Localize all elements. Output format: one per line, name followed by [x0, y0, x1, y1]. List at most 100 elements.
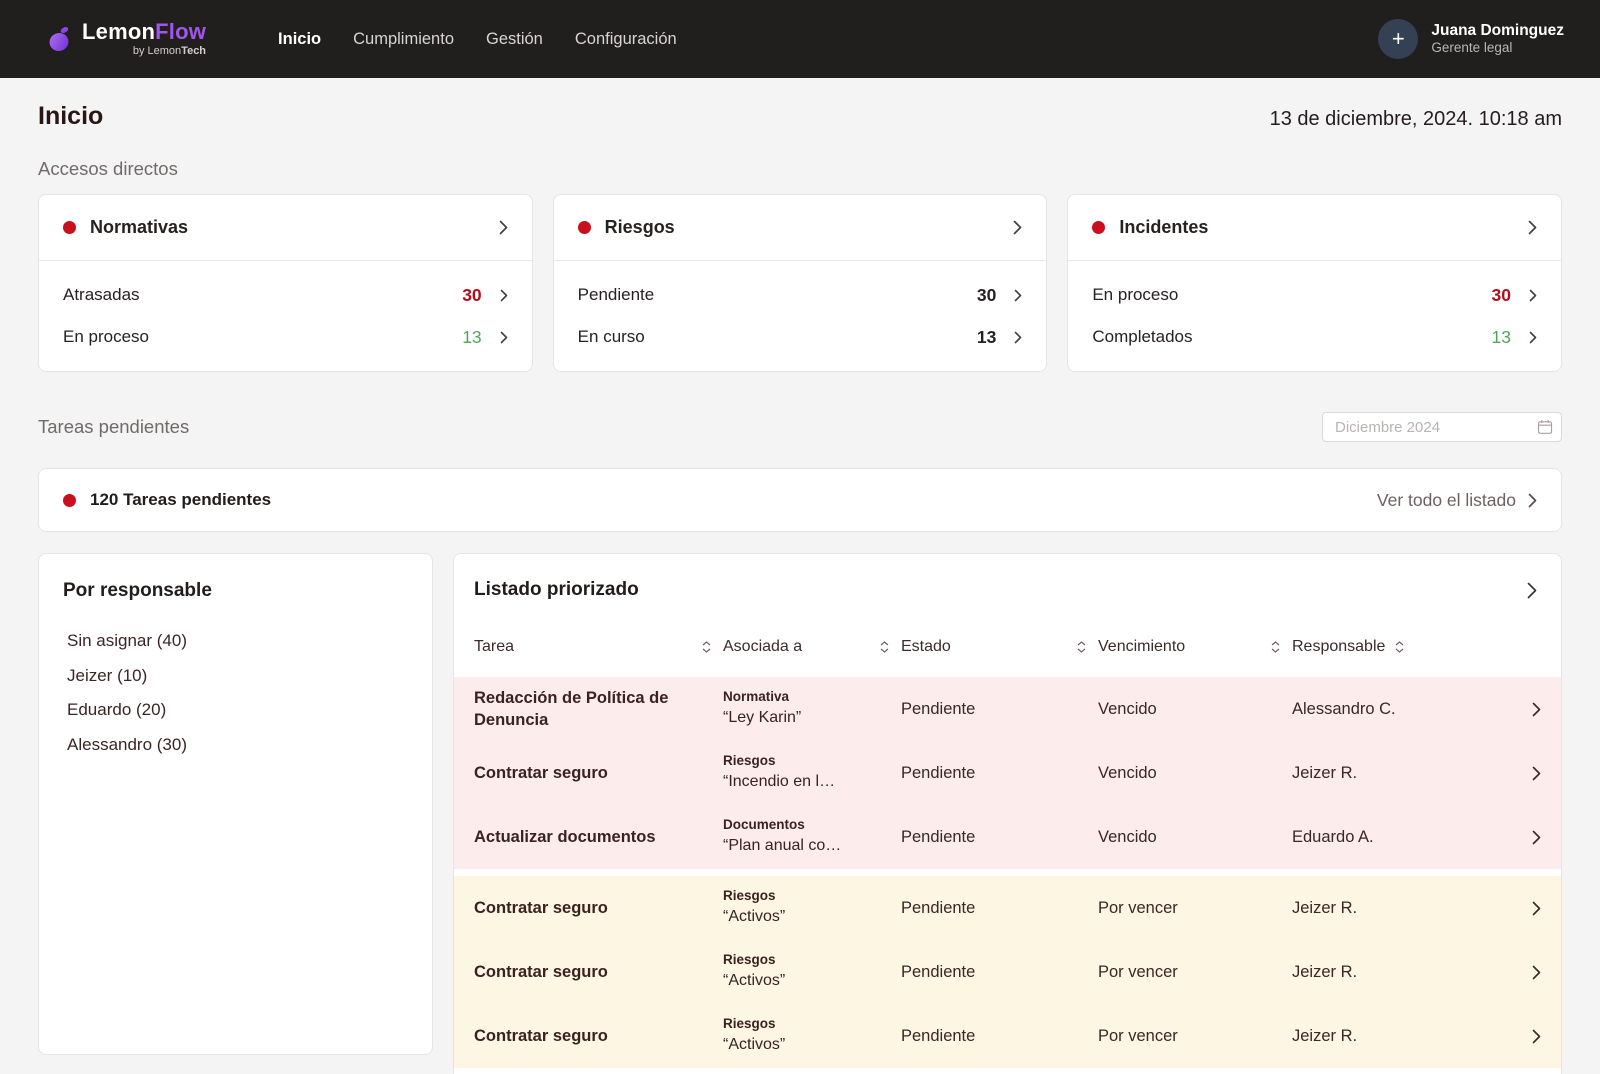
column-header-tarea[interactable]: Tarea	[474, 638, 723, 656]
table-row[interactable]: Contratar seguro Riesgos “Activos” Pendi…	[454, 876, 1561, 940]
column-header-estado[interactable]: Estado	[901, 638, 1098, 656]
chevron-right-icon	[1532, 766, 1541, 781]
lemonflow-logo[interactable]: LemonFlow by LemonTech	[46, 21, 206, 57]
sort-icon[interactable]	[702, 641, 711, 653]
due-value: Por vencer	[1098, 899, 1292, 918]
nav-item-gestion[interactable]: Gestión	[486, 30, 543, 49]
stat-label: En curso	[578, 327, 645, 347]
stat-row-completados[interactable]: Completados 13	[1092, 316, 1537, 358]
responsible-item-alessandro[interactable]: Alessandro (30)	[63, 728, 408, 763]
pending-tasks-count: 120 Tareas pendientes	[90, 490, 271, 510]
user-menu[interactable]: + Juana Dominguez Gerente legal	[1378, 19, 1564, 59]
task-name: Contratar seguro	[474, 897, 723, 919]
task-name: Contratar seguro	[474, 762, 723, 784]
column-label: Responsable	[1292, 638, 1385, 656]
chevron-right-icon	[1529, 289, 1537, 302]
stat-row-atrasadas[interactable]: Atrasadas 30	[63, 274, 508, 316]
nav-item-inicio[interactable]: Inicio	[278, 30, 321, 49]
associated-type: Riesgos	[723, 951, 901, 970]
sort-icon[interactable]	[1395, 641, 1404, 653]
table-row[interactable]: Contratar seguro Riesgos “Activos” Pendi…	[454, 1004, 1561, 1068]
chevron-right-icon	[1013, 220, 1022, 235]
current-datetime: 13 de diciembre, 2024. 10:18 am	[1270, 108, 1562, 131]
responsible-value: Jeizer R.	[1292, 764, 1517, 783]
column-header-vencimiento[interactable]: Vencimiento	[1098, 638, 1292, 656]
chevron-right-icon	[1014, 331, 1022, 344]
avatar-add-icon[interactable]: +	[1378, 19, 1418, 59]
shortcuts-section-title: Accesos directos	[38, 158, 1562, 180]
top-navigation: LemonFlow by LemonTech Inicio Cumplimien…	[0, 0, 1600, 78]
nav-item-configuracion[interactable]: Configuración	[575, 30, 677, 49]
column-label: Vencimiento	[1098, 638, 1185, 656]
stat-row-pendiente[interactable]: Pendiente 30	[578, 274, 1023, 316]
responsible-value: Eduardo A.	[1292, 828, 1517, 847]
lemon-icon	[46, 24, 74, 54]
nav-item-cumplimiento[interactable]: Cumplimiento	[353, 30, 454, 49]
card-title: Riesgos	[605, 217, 675, 238]
stat-value: 30	[462, 285, 481, 306]
table-row[interactable]: Redacción de Política de Denuncia Normat…	[454, 677, 1561, 741]
task-name: Redacción de Política de Denuncia	[474, 687, 723, 732]
card-normativas-header[interactable]: Normativas	[39, 195, 532, 261]
calendar-icon[interactable]	[1537, 419, 1553, 435]
stat-label: En proceso	[63, 327, 149, 347]
associated-name: “Activos”	[723, 906, 901, 928]
priority-list-panel: Listado priorizado Tarea Asociada a Esta…	[453, 553, 1562, 1074]
user-role: Gerente legal	[1431, 40, 1564, 57]
card-riesgos: Riesgos Pendiente 30 En curso 13	[553, 194, 1048, 372]
view-all-label: Ver todo el listado	[1377, 490, 1516, 511]
dashboard-content: Inicio 13 de diciembre, 2024. 10:18 am A…	[0, 102, 1600, 1074]
column-header-responsable[interactable]: Responsable	[1292, 638, 1517, 656]
task-name: Contratar seguro	[474, 961, 723, 983]
responsible-item-eduardo[interactable]: Eduardo (20)	[63, 693, 408, 728]
priority-list-header[interactable]: Listado priorizado	[454, 554, 1561, 601]
column-header-asociada[interactable]: Asociada a	[723, 638, 901, 656]
card-riesgos-header[interactable]: Riesgos	[554, 195, 1047, 261]
chevron-right-icon	[1528, 220, 1537, 235]
stat-label: Atrasadas	[63, 285, 140, 305]
table-row[interactable]: Contratar seguro Riesgos “Activos” Pendi…	[454, 940, 1561, 1004]
sort-icon[interactable]	[1077, 641, 1086, 653]
chevron-right-icon	[1014, 289, 1022, 302]
chevron-right-icon	[1532, 965, 1541, 980]
by-responsible-list: Sin asignar (40) Jeizer (10) Eduardo (20…	[63, 624, 408, 762]
view-all-link[interactable]: Ver todo el listado	[1377, 490, 1537, 511]
status-value: Pendiente	[901, 1027, 1098, 1046]
alert-dot-icon	[63, 221, 76, 234]
associated-name: “Activos”	[723, 970, 901, 992]
chevron-right-icon	[1532, 830, 1541, 845]
tasks-section-title: Tareas pendientes	[38, 416, 189, 438]
responsible-item-jeizer[interactable]: Jeizer (10)	[63, 659, 408, 694]
table-row[interactable]: Actualizar documentos Documentos “Plan a…	[454, 805, 1561, 869]
column-label: Tarea	[474, 638, 514, 656]
sort-icon[interactable]	[880, 641, 889, 653]
responsible-item-sin-asignar[interactable]: Sin asignar (40)	[63, 624, 408, 659]
chevron-right-icon	[500, 289, 508, 302]
stat-label: Pendiente	[578, 285, 655, 305]
alert-dot-icon	[63, 494, 76, 507]
due-value: Vencido	[1098, 764, 1292, 783]
responsible-value: Jeizer R.	[1292, 1027, 1517, 1046]
stat-value: 13	[1492, 327, 1511, 348]
table-header-row: Tarea Asociada a Estado Vencimiento Resp…	[454, 634, 1561, 660]
stat-row-en-proceso[interactable]: En proceso 13	[63, 316, 508, 358]
associated-item: Normativa “Ley Karin”	[723, 688, 901, 729]
associated-type: Normativa	[723, 688, 901, 707]
pending-tasks-summary[interactable]: 120 Tareas pendientes Ver todo el listad…	[38, 468, 1562, 532]
stat-row-en-proceso[interactable]: En proceso 30	[1092, 274, 1537, 316]
status-value: Pendiente	[901, 899, 1098, 918]
logo-wordmark: LemonFlow	[82, 21, 206, 43]
alert-dot-icon	[578, 221, 591, 234]
card-incidentes-header[interactable]: Incidentes	[1068, 195, 1561, 261]
responsible-value: Jeizer R.	[1292, 963, 1517, 982]
alert-dot-icon	[1092, 221, 1105, 234]
month-filter-input[interactable]	[1322, 412, 1562, 442]
stat-row-en-curso[interactable]: En curso 13	[578, 316, 1023, 358]
status-value: Pendiente	[901, 700, 1098, 719]
by-responsible-title: Por responsable	[63, 580, 408, 602]
associated-name: “Activos”	[723, 1034, 901, 1056]
table-row[interactable]: Contratar seguro Riesgos “Incendio en l……	[454, 741, 1561, 805]
sort-icon[interactable]	[1271, 641, 1280, 653]
chevron-right-icon	[1527, 582, 1537, 599]
user-name: Juana Dominguez	[1431, 21, 1564, 40]
